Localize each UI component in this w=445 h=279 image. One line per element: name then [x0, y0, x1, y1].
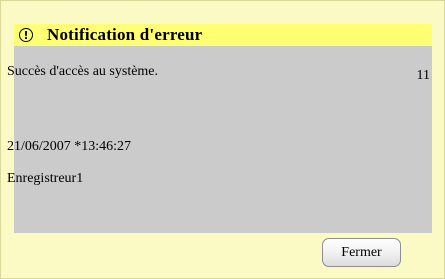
dialog-title-bar: ! Notification d'erreur	[14, 24, 432, 46]
message-text: Succès d'accès au système.	[7, 64, 159, 79]
message-datetime: 21/06/2007 *13:46:27	[7, 139, 132, 154]
close-button[interactable]: Fermer	[322, 238, 401, 267]
message-code: 11	[416, 68, 430, 83]
dialog-title: Notification d'erreur	[47, 25, 203, 44]
message-source: Enregistreur1	[7, 171, 84, 186]
exclamation-circle-icon: !	[19, 28, 33, 42]
error-notification-dialog: ! Notification d'erreur Succès d'accès a…	[0, 0, 445, 279]
